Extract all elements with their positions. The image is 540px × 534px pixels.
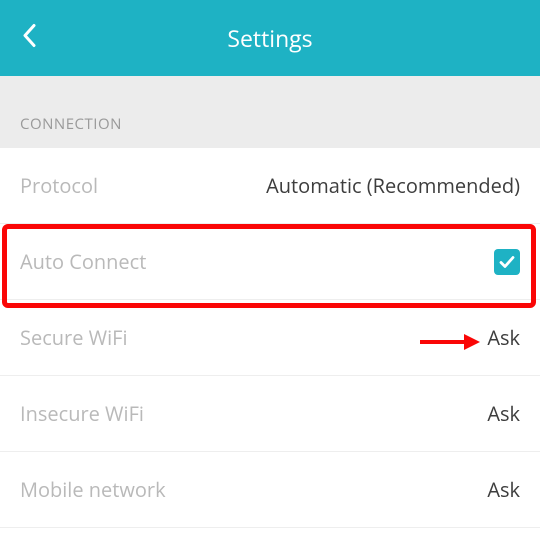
row-mobile-network[interactable]: Mobile network Ask <box>0 452 540 528</box>
row-value: Ask <box>487 476 520 503</box>
row-protocol[interactable]: Protocol Automatic (Recommended) <box>0 148 540 224</box>
row-auto-connect[interactable]: Auto Connect <box>0 224 540 300</box>
row-value: Ask <box>487 324 520 351</box>
row-value: Automatic (Recommended) <box>266 172 520 199</box>
row-label: Auto Connect <box>20 248 146 275</box>
row-label: Protocol <box>20 172 98 199</box>
row-value: Ask <box>487 400 520 427</box>
row-secure-wifi[interactable]: Secure WiFi Ask <box>0 300 540 376</box>
section-header-connection: CONNECTION <box>0 76 540 148</box>
page-title: Settings <box>20 22 520 54</box>
row-label: Mobile network <box>20 476 166 503</box>
row-insecure-wifi[interactable]: Insecure WiFi Ask <box>0 376 540 452</box>
header-bar: Settings <box>0 0 540 76</box>
row-label: Secure WiFi <box>20 324 128 351</box>
row-label: Insecure WiFi <box>20 400 144 427</box>
back-icon[interactable] <box>22 24 36 53</box>
checkbox-checked-icon[interactable] <box>494 249 520 275</box>
